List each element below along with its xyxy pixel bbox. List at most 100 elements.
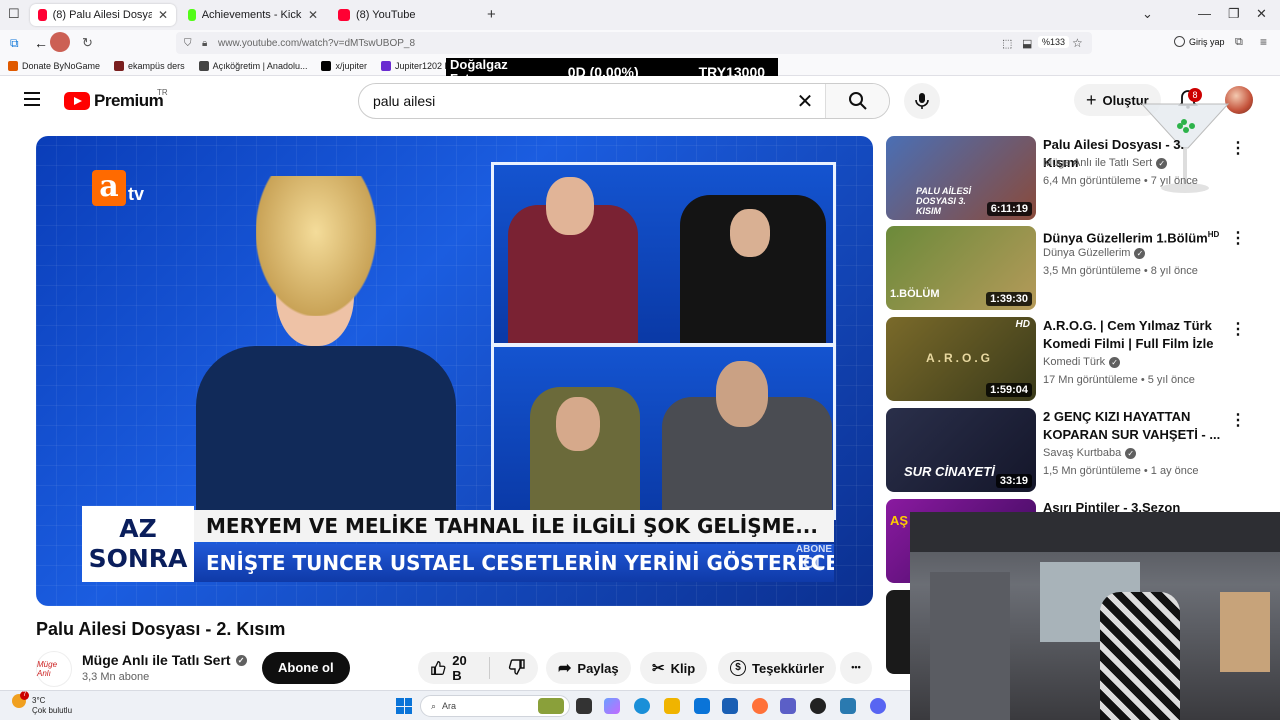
obs-icon[interactable]	[810, 698, 826, 714]
bookmark-label: Açıköğretim | Anadolu...	[212, 60, 308, 71]
video-thumbnail[interactable]: 1.BÖLÜM 1:39:30	[886, 226, 1036, 310]
recommendation-item[interactable]: A.R.O.G HD 1:59:04 A.R.O.G. | Cem Yılmaz…	[886, 317, 1266, 401]
bookmark-item[interactable]: Donate ByNoGame	[8, 60, 100, 71]
bookmark-item[interactable]: ekampüs ders	[114, 60, 185, 71]
sidebar-toggle-icon[interactable]: ⧉	[10, 36, 19, 51]
streamer-logo-icon	[50, 32, 70, 52]
recommendation-title[interactable]: 2 GENÇ KIZI HAYATTAN KOPARAN SUR VAHŞETİ…	[1043, 408, 1221, 444]
extensions-icon[interactable]: ⧉	[1235, 36, 1243, 49]
recommendation-item[interactable]: PALU AİLESİ DOSYASI 3. KISIM 6:11:19 Pal…	[886, 136, 1266, 220]
tab-kick-dashboard[interactable]: Achievements - Kick Dashboard ✕	[180, 4, 326, 26]
back-arrow-icon[interactable]: ←	[34, 35, 48, 51]
recommendation-title[interactable]: Dünya Güzellerim 1.BölümHD	[1043, 226, 1221, 247]
recommendation-item[interactable]: SUR CİNAYETİ 33:19 2 GENÇ KIZI HAYATTAN …	[886, 408, 1266, 492]
search-icon: ⌕	[431, 700, 437, 711]
shield-icon[interactable]: ⛉	[184, 38, 192, 49]
store-icon[interactable]	[694, 698, 710, 714]
like-dislike-group: 20 B	[418, 652, 538, 684]
discord-icon[interactable]	[870, 698, 886, 714]
more-vert-icon[interactable]: ⋮	[1230, 410, 1246, 430]
hd-badge: HD	[1207, 230, 1220, 239]
more-vert-icon[interactable]: ⋮	[1230, 138, 1246, 158]
video-thumbnail[interactable]: A.R.O.G HD 1:59:04	[886, 317, 1036, 401]
clip-button[interactable]: ✂ Klip	[640, 652, 708, 684]
headline-bottom: ENİŞTE TUNCER USTAEL CESETLERİN YERİNİ G…	[194, 544, 834, 582]
atv-logo-suffix: tv	[128, 184, 145, 204]
edge-icon[interactable]	[634, 698, 650, 714]
recommendation-channel[interactable]: Müge Anlı ile Tatlı Sert ✓	[1043, 157, 1168, 169]
search-input[interactable]: palu ailesi	[373, 93, 785, 109]
bookmark-item[interactable]: Açıköğretim | Anadolu...	[198, 60, 308, 71]
restore-icon[interactable]: ❐	[1228, 6, 1240, 22]
address-bar[interactable]: ⛉ 🔒︎ www.youtube.com/watch?v=dMTswUBOP_8…	[176, 32, 1092, 54]
chevron-down-icon[interactable]: ⌄	[1142, 6, 1153, 22]
lock-icon[interactable]: 🔒︎	[202, 38, 207, 49]
subscribe-button[interactable]: Abone ol	[262, 652, 350, 684]
zoom-level[interactable]: %133	[1038, 36, 1070, 48]
voice-search-button[interactable]	[904, 83, 940, 119]
search-button[interactable]	[825, 84, 889, 118]
close-tab-icon[interactable]: ✕	[158, 8, 168, 22]
like-button[interactable]: 20 B	[418, 653, 490, 683]
url-text: www.youtube.com/watch?v=dMTswUBOP_8	[218, 37, 416, 49]
sign-in-button[interactable]: Giriş yap	[1174, 36, 1225, 47]
menu-icon[interactable]: ≡	[1260, 35, 1267, 49]
subscriber-count: 3,3 Mn abone	[82, 671, 150, 683]
youtube-premium-logo[interactable]: Premium TR	[64, 88, 168, 111]
share-button[interactable]: ➦ Paylaş	[546, 652, 631, 684]
recommendation-channel[interactable]: Dünya Güzellerim ✓	[1043, 247, 1146, 259]
copilot-icon[interactable]	[604, 698, 620, 714]
bookmark-item[interactable]: x/jupiter	[321, 60, 367, 71]
close-tab-icon[interactable]: ✕	[308, 8, 318, 22]
video-player[interactable]: a tv AZ SONRA MERYEM VE MELİKE TAHNAL İL…	[36, 136, 873, 606]
recommendation-item[interactable]: 1.BÖLÜM 1:39:30 Dünya Güzellerim 1.Bölüm…	[886, 226, 1266, 310]
new-tab-plus-icon[interactable]: +	[487, 6, 496, 23]
dislike-button[interactable]	[496, 658, 538, 679]
az-sonra-box: AZ SONRA	[82, 506, 194, 582]
bookmark-label: ekampüs ders	[128, 60, 185, 71]
video-thumbnail[interactable]: PALU AİLESİ DOSYASI 3. KISIM 6:11:19	[886, 136, 1036, 220]
recommendation-channel[interactable]: Komedi Türk ✓	[1043, 356, 1121, 368]
hamburger-menu-icon[interactable]	[24, 92, 40, 106]
task-view-icon[interactable]	[576, 698, 592, 714]
windows-start-icon[interactable]	[396, 698, 412, 714]
screenshot-icon[interactable]: ⬚	[1002, 37, 1012, 50]
abone-ol-line2: OL	[802, 555, 826, 572]
clear-search-icon[interactable]: ✕	[785, 89, 825, 114]
recommendation-channel[interactable]: Savaş Kurtbaba ✓	[1043, 447, 1137, 459]
pocket-icon[interactable]: ⬓	[1022, 37, 1032, 50]
weather-description: Çok bulutlu	[32, 706, 73, 715]
tab-youtube-video[interactable]: (8) Palu Ailesi Dosyası - 2. K ✕	[30, 4, 176, 26]
tab-youtube-home[interactable]: (8) YouTube	[330, 4, 476, 26]
video-thumbnail[interactable]	[886, 590, 910, 674]
outlook-icon[interactable]	[722, 698, 738, 714]
more-actions-button[interactable]: •••	[840, 652, 872, 684]
sign-in-label: Giriş yap	[1189, 36, 1225, 47]
star-icon[interactable]: ☆	[1072, 36, 1083, 50]
ticker-left: Doğalgaz	[450, 57, 508, 72]
teams-icon[interactable]	[780, 698, 796, 714]
reload-icon[interactable]: ↻	[82, 35, 93, 51]
channel-avatar[interactable]: Müge Anlı	[36, 651, 72, 687]
widget-icon[interactable]	[538, 698, 564, 714]
video-thumbnail[interactable]: SUR CİNAYETİ 33:19	[886, 408, 1036, 492]
settings-gear-icon[interactable]	[840, 698, 856, 714]
guest-panel-top	[491, 162, 836, 346]
weather-badge: 7	[20, 691, 29, 700]
minimize-icon[interactable]: —	[1198, 6, 1211, 21]
firefox-icon[interactable]	[752, 698, 768, 714]
duration-badge: 33:19	[995, 474, 1032, 488]
more-vert-icon[interactable]: ⋮	[1230, 228, 1246, 248]
weather-cloud-icon: 7	[12, 691, 29, 708]
close-window-icon[interactable]: ✕	[1256, 6, 1267, 22]
windows-taskbar: 7 3°C Çok bulutlu ⌕ Ara	[0, 690, 910, 720]
recommendation-title[interactable]: A.R.O.G. | Cem Yılmaz Türk Komedi Filmi …	[1043, 317, 1221, 353]
channel-name[interactable]: Müge Anlı ile Tatlı Sert ✓	[82, 652, 247, 668]
tab-list-icon[interactable]: ☐	[8, 6, 20, 22]
taskbar-search-placeholder: Ara	[442, 701, 457, 711]
more-vert-icon[interactable]: ⋮	[1230, 319, 1246, 339]
search-box[interactable]: palu ailesi ✕	[358, 83, 890, 119]
weather-widget[interactable]: 7 3°C Çok bulutlu	[12, 691, 73, 716]
file-explorer-icon[interactable]	[664, 698, 680, 714]
thanks-button[interactable]: $ Teşekkürler	[718, 652, 837, 684]
